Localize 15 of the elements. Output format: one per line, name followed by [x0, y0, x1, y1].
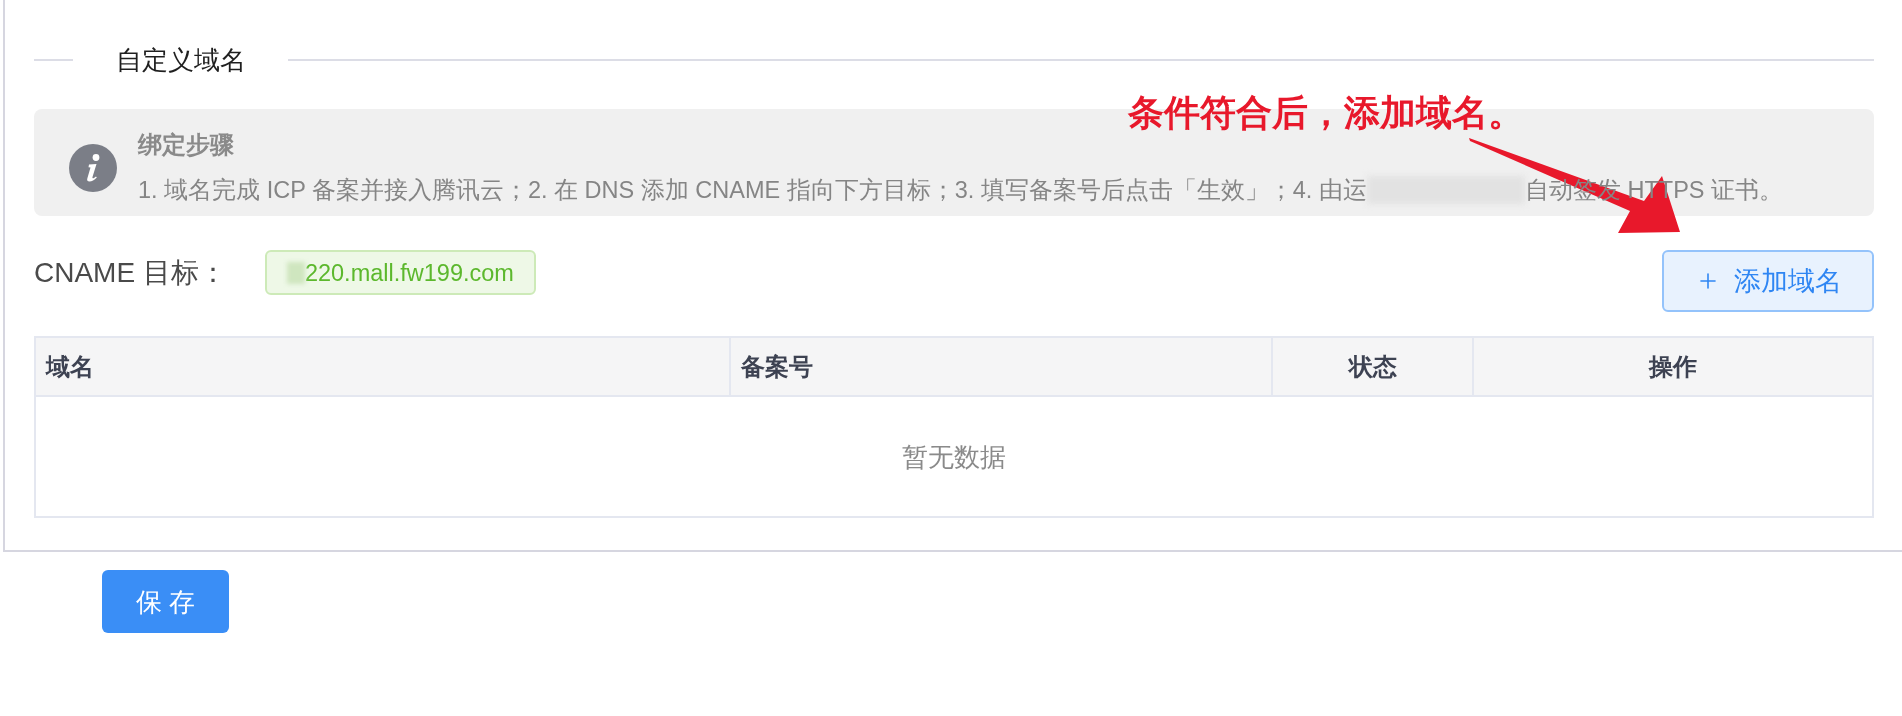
cname-label: CNAME 目标：: [34, 256, 227, 290]
info-icon: [69, 143, 117, 192]
column-header: 状态: [1348, 351, 1397, 382]
column-header: 操作: [1649, 351, 1697, 382]
save-button[interactable]: 保 存: [102, 570, 229, 633]
steps-text: 1. 域名完成 ICP 备案并接入腾讯云；2. 在 DNS 添加 CNAME 指向下方目标；3. 填写备案号后点击「生效」；4. 由运: [138, 176, 1367, 205]
column-header: 域名: [46, 351, 94, 382]
empty-state-text: 暂无数据: [902, 440, 1006, 473]
column-header: 备案号: [741, 351, 813, 382]
annotation-text: 条件符合后，添加域名。: [1128, 92, 1524, 134]
add-domain-button[interactable]: 添加域名: [1662, 250, 1874, 312]
cname-value: 220.mall.fw199.com: [304, 258, 514, 288]
section-title: 自定义域名: [116, 44, 246, 76]
notice-title: 绑定步骤: [138, 130, 234, 160]
blurred-redaction: [286, 261, 305, 284]
